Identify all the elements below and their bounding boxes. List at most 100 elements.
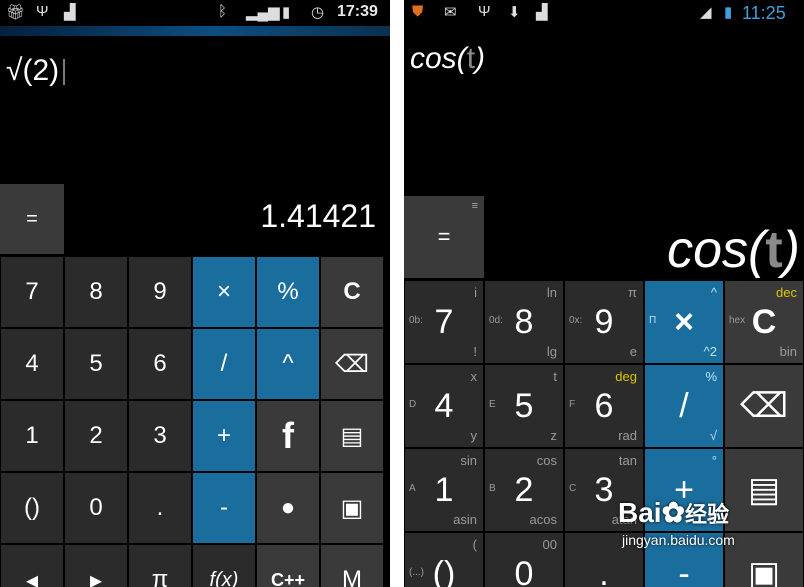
- key-3-3[interactable]: -: [192, 472, 256, 544]
- key-secondary-label: tan: [618, 453, 637, 468]
- key-1-1[interactable]: 5 Et z: [484, 364, 564, 448]
- key-0-4[interactable]: %: [256, 256, 320, 328]
- key-4-4[interactable]: C++: [256, 544, 320, 587]
- key-3-4[interactable]: ●: [256, 472, 320, 544]
- key-label: f: [282, 415, 294, 456]
- expression-display[interactable]: √(2): [6, 54, 66, 88]
- key-secondary-label: ^2: [703, 344, 717, 359]
- key-main-label: 9: [594, 302, 614, 341]
- equals-button[interactable]: =: [0, 184, 64, 254]
- battery-icon: ▮: [724, 4, 733, 21]
- key-2-0[interactable]: 1 Asin asin: [404, 448, 484, 532]
- key-4-0[interactable]: ◂: [0, 544, 64, 587]
- key-secondary-label: C: [569, 483, 577, 494]
- key-0-0[interactable]: 7: [0, 256, 64, 328]
- expression-text: √(2): [6, 54, 60, 87]
- key-1-1[interactable]: 5: [64, 328, 128, 400]
- key-secondary-label: hex: [729, 315, 746, 326]
- result-func: cos(: [667, 221, 766, 279]
- key-3-0[interactable]: () (...) (: [404, 532, 484, 587]
- expression-display[interactable]: cos(t): [410, 42, 485, 76]
- key-4-5[interactable]: M: [320, 544, 384, 587]
- key-0-0[interactable]: 7 0b: i!: [404, 280, 484, 364]
- key-label: 2: [89, 422, 103, 449]
- key-main-label: 8: [514, 302, 534, 341]
- key-1-0[interactable]: 4: [0, 328, 64, 400]
- key-0-2[interactable]: 9 0x: π e: [564, 280, 644, 364]
- status-time: 17:39: [337, 3, 378, 20]
- expression-func: cos(: [410, 42, 467, 75]
- android-icon: ▟: [536, 4, 548, 21]
- key-secondary-label: lg: [546, 344, 557, 359]
- key-1-2[interactable]: 6 Fdeg rad: [564, 364, 644, 448]
- expression-variable: t: [466, 42, 476, 75]
- key-0-1[interactable]: 8: [64, 256, 128, 328]
- status-time: 11:25: [742, 3, 786, 23]
- key-4-1[interactable]: ▸: [64, 544, 128, 587]
- result-display: cos(t): [667, 220, 800, 280]
- key-0-3[interactable]: ×: [192, 256, 256, 328]
- key-secondary-label: 0d:: [489, 315, 503, 326]
- key-1-2[interactable]: 6: [128, 328, 192, 400]
- key-label: C++: [270, 569, 306, 587]
- key-label: 5: [89, 350, 103, 377]
- key-label: %: [277, 278, 299, 305]
- key-1-3[interactable]: /% √: [644, 364, 724, 448]
- key-secondary-label: ln: [546, 285, 557, 300]
- key-3-5[interactable]: ▣: [320, 472, 384, 544]
- key-1-4[interactable]: ^: [256, 328, 320, 400]
- watermark-url: jingyan.baidu.com: [622, 532, 735, 548]
- key-1-5[interactable]: ⌫: [320, 328, 384, 400]
- key-main-label: 4: [434, 386, 454, 425]
- key-secondary-label: A: [409, 483, 416, 494]
- key-main-label: 6: [594, 386, 614, 425]
- key-main-label: ▣: [747, 555, 781, 587]
- key-2-2[interactable]: 3: [128, 400, 192, 472]
- key-0-3[interactable]: × Π ^ ^2: [644, 280, 724, 364]
- key-label: 0: [89, 494, 103, 521]
- key-main-label: 5: [514, 386, 534, 425]
- key-3-1[interactable]: 0 00: [484, 532, 564, 587]
- key-main-label: ⌫: [739, 387, 789, 425]
- key-1-0[interactable]: 4 Dx y: [404, 364, 484, 448]
- key-2-3[interactable]: +: [192, 400, 256, 472]
- key-label: ●: [280, 494, 296, 521]
- watermark-brand-2: 经验: [685, 502, 730, 527]
- watermark-brand: Bai: [618, 497, 662, 528]
- key-0-2[interactable]: 9: [128, 256, 192, 328]
- key-secondary-label: (: [472, 537, 477, 552]
- key-2-5[interactable]: ▤: [320, 400, 384, 472]
- key-3-4[interactable]: ▣: [724, 532, 804, 587]
- key-3-0[interactable]: (): [0, 472, 64, 544]
- key-label: ▣: [340, 494, 364, 522]
- key-secondary-label: rad: [618, 428, 637, 443]
- key-3-1[interactable]: 0: [64, 472, 128, 544]
- equals-button[interactable]: = ≡: [404, 196, 484, 278]
- key-0-1[interactable]: 8 0d: ln lg: [484, 280, 564, 364]
- key-2-0[interactable]: 1: [0, 400, 64, 472]
- key-label: ^: [282, 350, 294, 377]
- key-2-1[interactable]: 2: [64, 400, 128, 472]
- result-display: 1.41421: [260, 198, 376, 234]
- key-label: M: [342, 566, 362, 587]
- key-1-4[interactable]: ⌫: [724, 364, 804, 448]
- key-3-2[interactable]: .: [128, 472, 192, 544]
- key-label: 7: [25, 278, 39, 305]
- key-main-label: 1: [434, 470, 454, 509]
- key-0-5[interactable]: C: [320, 256, 384, 328]
- key-secondary-label: x: [470, 369, 478, 384]
- key-0-4[interactable]: Chex dec bin: [724, 280, 804, 364]
- key-2-4[interactable]: ▤: [724, 448, 804, 532]
- key-secondary-label: (...): [409, 567, 424, 578]
- key-4-3[interactable]: f(x): [192, 544, 256, 587]
- key-main-label: 7: [434, 302, 454, 341]
- notification-icon: ⛊: [412, 3, 424, 20]
- key-secondary-label: B: [489, 483, 496, 494]
- key-secondary-label: e: [629, 344, 637, 359]
- key-2-4[interactable]: f: [256, 400, 320, 472]
- key-1-3[interactable]: /: [192, 328, 256, 400]
- key-2-1[interactable]: 2 Bcos acos: [484, 448, 564, 532]
- key-secondary-label: √: [709, 428, 717, 443]
- key-4-2[interactable]: π: [128, 544, 192, 587]
- key-label: .: [156, 494, 164, 521]
